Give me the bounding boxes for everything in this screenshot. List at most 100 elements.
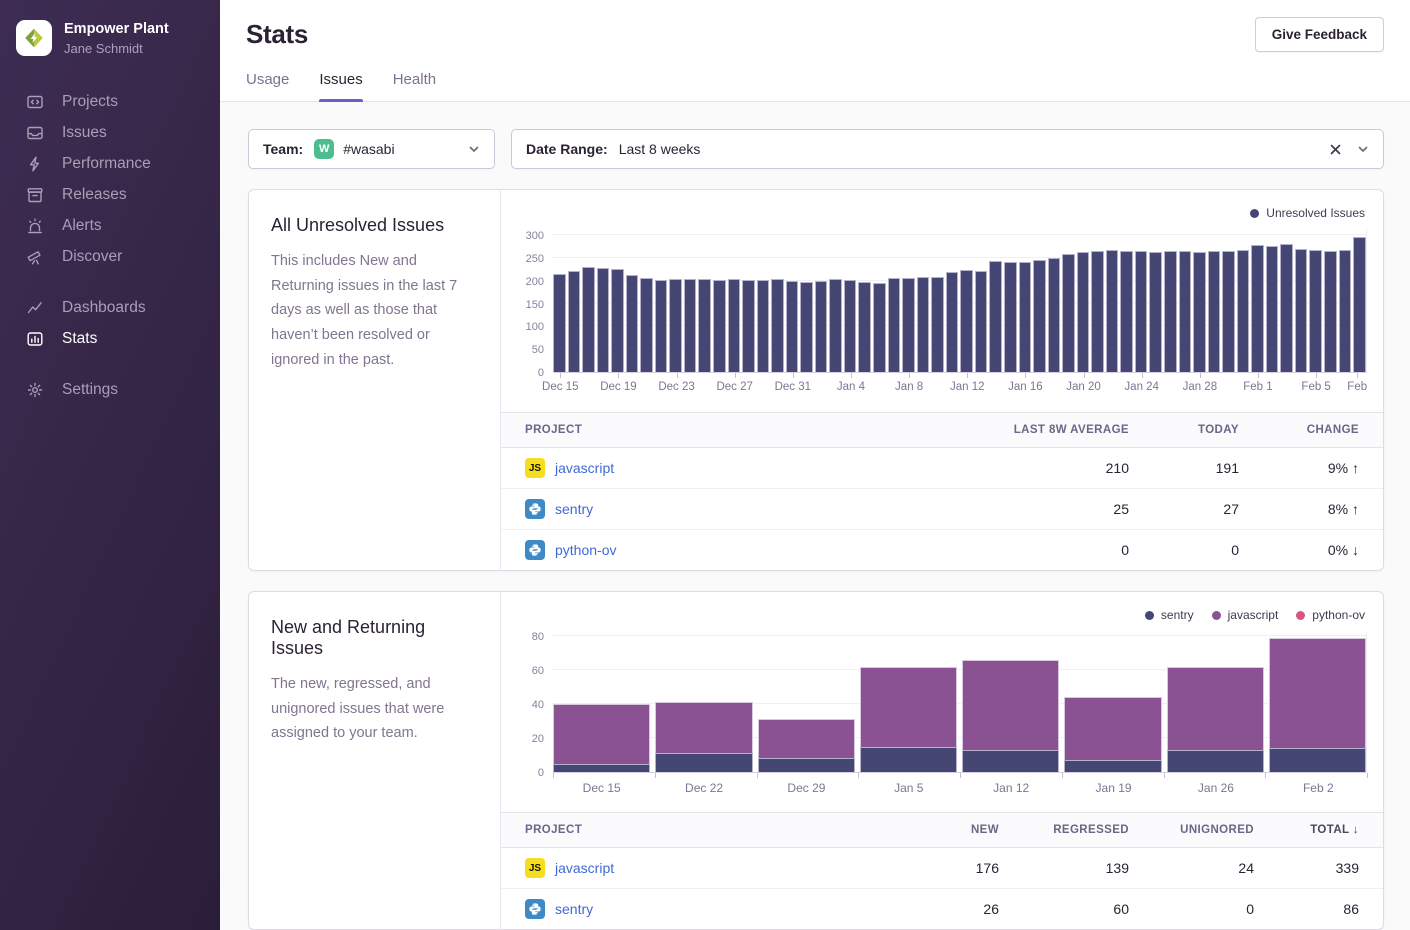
sidebar-item-performance[interactable]: Performance [0,148,220,179]
sidebar-item-projects[interactable]: Projects [0,86,220,117]
bar [1339,250,1352,372]
bar [1179,251,1192,372]
javascript-project-icon: JS [525,858,545,878]
axis-tick [1357,373,1358,378]
stacked-bar [962,660,1059,772]
axis-tick [1025,373,1026,378]
x-axis-label: Dec 19 [600,381,636,393]
project-cell: python-ov [501,530,973,571]
value-cell: 25 [973,489,1153,530]
sidebar-item-settings[interactable]: Settings [0,374,220,405]
bar [742,280,755,372]
column-header-today: Today [1153,413,1263,448]
value-cell: 86 [1278,889,1383,930]
column-header-total[interactable]: Total ↓ [1278,813,1383,848]
alerts-icon [26,217,44,235]
project-link[interactable]: sentry [555,901,593,917]
team-select[interactable]: Team: W #wasabi [248,129,495,169]
card-summary: New and Returning Issues The new, regres… [249,592,501,929]
bar [888,278,901,372]
y-axis-label: 0 [538,367,544,379]
user-name: Jane Schmidt [64,41,169,56]
sidebar-item-issues[interactable]: Issues [0,117,220,148]
tab-usage[interactable]: Usage [246,71,289,101]
sidebar-item-dashboards[interactable]: Dashboards [0,292,220,323]
date-range-label: Date Range: [526,141,608,157]
project-link[interactable]: javascript [555,460,614,476]
date-range-value: Last 8 weeks [619,141,701,157]
stacked-bar [655,702,752,772]
javascript-segment [758,719,855,758]
card-title: All Unresolved Issues [271,215,478,236]
project: sentry [525,499,949,519]
python-ov-legend-dot [1296,611,1305,620]
x-axis: Dec 15Dec 19Dec 23Dec 27Dec 31Jan 4Jan 8… [553,373,1367,400]
bar [1309,250,1322,372]
clear-icon[interactable] [1329,143,1342,156]
bar [1004,262,1017,372]
bar [713,280,726,372]
bar [684,279,697,372]
card-description: The new, regressed, and unignored issues… [271,672,478,746]
project-cell: sentry [501,889,923,930]
sidebar-item-releases[interactable]: Releases [0,179,220,210]
bar [931,277,944,372]
unresolved-issues-card: All Unresolved Issues This includes New … [248,189,1384,571]
org-switcher[interactable]: Empower Plant Jane Schmidt [0,0,220,70]
sentry-segment [655,753,752,772]
sentry-segment [1269,748,1366,772]
bar [1353,237,1366,372]
unresolved-issues-chart[interactable] [553,229,1367,373]
sidebar-item-label: Performance [62,155,151,173]
dashboards-icon [26,299,44,317]
tab-issues[interactable]: Issues [319,71,362,101]
value-cell: 0 [973,530,1153,571]
legend-item: Unresolved Issues [1250,206,1365,220]
sidebar-item-stats[interactable]: Stats [0,323,220,354]
new-returning-issues-chart[interactable] [553,631,1367,773]
value-cell: 26 [923,889,1023,930]
javascript-project-icon: JS [525,458,545,478]
discover-icon [26,248,44,266]
bar [655,280,668,372]
bar [1077,252,1090,372]
bar [669,279,682,372]
axis-tick [858,773,859,778]
bar [1048,258,1061,372]
x-axis-label: Jan 28 [1183,381,1218,393]
x-axis-label: Jan 8 [895,381,923,393]
project-link[interactable]: sentry [555,501,593,517]
unresolved-issues-table: ProjectLast 8w AverageTodayChangeJSjavas… [501,412,1383,570]
give-feedback-button[interactable]: Give Feedback [1255,17,1384,52]
table-row: JSjavascript2101919% ↑ [501,448,1383,489]
python-project-icon [525,499,545,519]
python-project-icon [525,899,545,919]
bar [626,275,639,372]
date-range-select[interactable]: Date Range: Last 8 weeks [511,129,1384,169]
filter-bar: Team: W #wasabi Date Range: Last 8 weeks [248,129,1384,169]
sidebar-item-label: Dashboards [62,299,146,317]
legend-label: javascript [1228,608,1279,622]
x-axis-label: Dec 23 [658,381,694,393]
y-axis-label: 20 [532,733,544,745]
chart-legend: sentryjavascriptpython-ov [517,604,1367,631]
sidebar-item-alerts[interactable]: Alerts [0,210,220,241]
tab-health[interactable]: Health [393,71,436,101]
project-link[interactable]: javascript [555,860,614,876]
axis-tick [1142,373,1143,378]
axis-tick [1367,773,1368,778]
y-axis-label: 60 [532,665,544,677]
sidebar-item-discover[interactable]: Discover [0,241,220,272]
axis-tick [1084,373,1085,378]
value-cell: 0 [1153,530,1263,571]
bar [1062,254,1075,372]
bar [1280,244,1293,372]
project-link[interactable]: python-ov [555,542,616,558]
axis-tick [618,373,619,378]
bar [815,281,828,372]
sidebar: Empower Plant Jane Schmidt ProjectsIssue… [0,0,220,930]
x-axis-label: Dec 27 [716,381,752,393]
sentry-segment [1064,760,1161,772]
project: sentry [525,899,899,919]
sentry-segment [758,758,855,772]
